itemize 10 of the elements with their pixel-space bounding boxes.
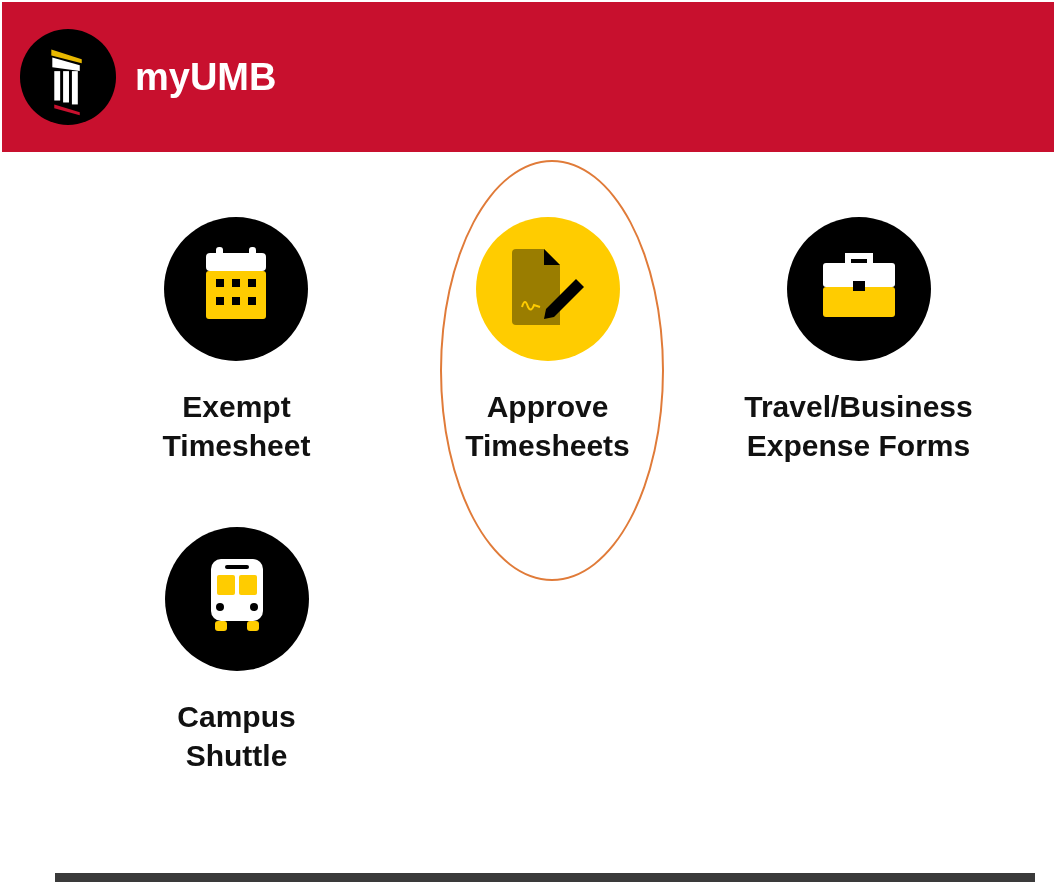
app-title: myUMB [135, 55, 277, 99]
app-tile-button[interactable]: Approve Timesheets [465, 217, 630, 465]
briefcase-icon [786, 217, 931, 361]
column-logo-icon [19, 28, 117, 126]
bus-icon [164, 527, 309, 671]
document-pen-icon [475, 217, 620, 361]
app-tile-button[interactable]: Campus Shuttle [164, 527, 309, 775]
calendar-icon [164, 217, 309, 361]
app-tile-button[interactable]: Exempt Timesheet [162, 217, 311, 465]
app-tile-button[interactable]: Travel/Business Expense Forms [744, 217, 973, 465]
